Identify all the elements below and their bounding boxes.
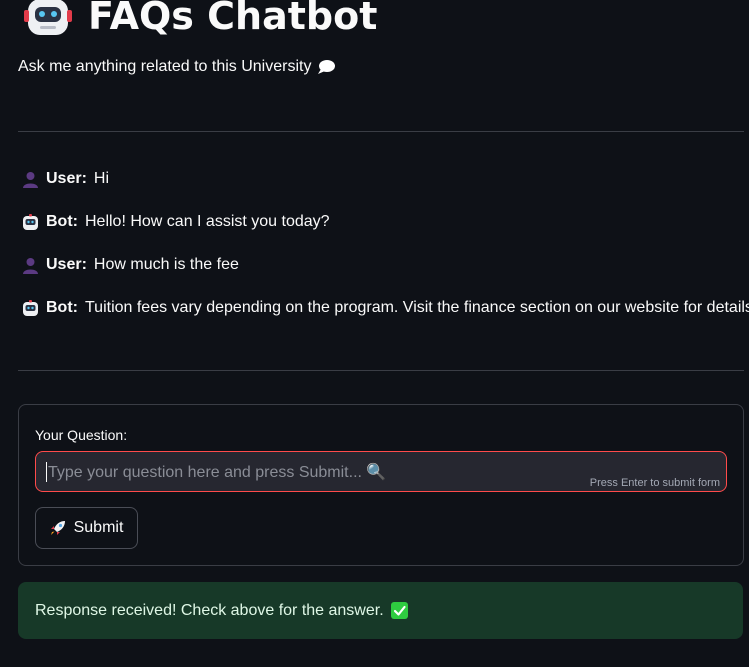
message-text: How much is the fee	[93, 256, 239, 273]
message-text: Hello! How can I assist you today?	[84, 213, 330, 230]
message-text: Hi	[93, 170, 110, 187]
submit-button[interactable]: Submit	[35, 507, 138, 549]
chat-message-bot: Bot: Tuition fees vary depending on the …	[22, 297, 749, 319]
subtitle-text: Ask me anything related to this Universi…	[18, 58, 312, 75]
page-title: FAQs Chatbot	[88, 0, 378, 38]
divider-top	[18, 131, 744, 132]
message-sender: Bot:	[46, 213, 78, 230]
robot-icon	[24, 0, 72, 35]
robot-icon	[23, 299, 38, 316]
chat-history: User: Hi Bot: Hello! How can I assist yo…	[22, 168, 749, 340]
user-silhouette-icon	[23, 257, 38, 274]
app-page: FAQs Chatbot Ask me anything related to …	[0, 0, 749, 667]
message-sender: User:	[46, 256, 87, 273]
chat-message-user: User: How much is the fee	[22, 254, 742, 276]
check-mark-icon	[390, 602, 408, 619]
success-alert: Response received! Check above for the a…	[18, 582, 743, 639]
subtitle: Ask me anything related to this Universi…	[18, 58, 336, 76]
message-sender: User:	[46, 170, 87, 187]
robot-icon	[23, 213, 38, 230]
question-placeholder: Type your question here and press Submit…	[48, 463, 387, 481]
success-message: Response received! Check above for the a…	[35, 601, 384, 619]
submit-hint: Press Enter to submit form	[589, 477, 720, 489]
question-form: Your Question: Type your question here a…	[18, 404, 744, 566]
user-silhouette-icon	[23, 171, 38, 188]
title-row: FAQs Chatbot	[24, 0, 377, 44]
speech-bubble-icon	[318, 60, 336, 74]
chat-message-user: User: Hi	[22, 168, 742, 190]
rocket-icon	[50, 521, 65, 535]
message-text: Tuition fees vary depending on the progr…	[84, 299, 749, 316]
submit-label: Submit	[73, 519, 124, 536]
question-input[interactable]: Type your question here and press Submit…	[35, 451, 727, 492]
text-caret	[46, 461, 47, 482]
divider-bottom	[18, 370, 744, 371]
message-sender: Bot:	[46, 299, 78, 316]
chat-message-bot: Bot: Hello! How can I assist you today?	[22, 211, 742, 233]
question-label: Your Question:	[35, 427, 128, 443]
